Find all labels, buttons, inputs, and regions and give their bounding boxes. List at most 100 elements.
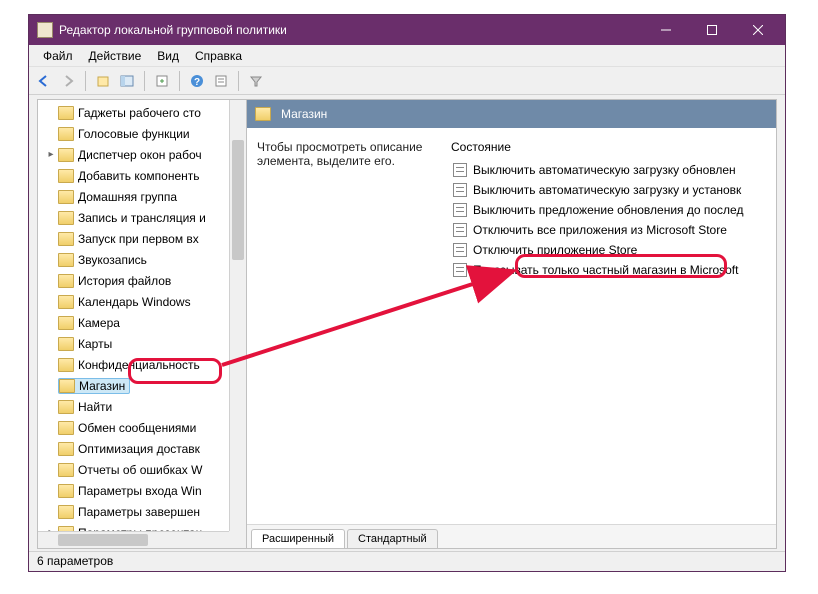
- tree-item[interactable]: Найти: [38, 396, 246, 417]
- setting-item[interactable]: Отключить приложение Store: [451, 240, 776, 260]
- tree-item[interactable]: Параметры завершен: [38, 501, 246, 522]
- setting-label: Отключить приложение Store: [473, 243, 637, 257]
- tree-item[interactable]: Календарь Windows: [38, 291, 246, 312]
- setting-item[interactable]: Выключить автоматическую загрузку обновл…: [451, 160, 776, 180]
- folder-icon: [58, 358, 74, 372]
- tree-item[interactable]: Отчеты об ошибках W: [38, 459, 246, 480]
- tree-item-label: Запись и трансляция и: [78, 211, 206, 225]
- separator: [238, 71, 239, 91]
- tree-item-label: Звукозапись: [78, 253, 147, 267]
- tree-item[interactable]: ▸ Диспетчер окон рабоч: [38, 144, 246, 165]
- tree-body[interactable]: Гаджеты рабочего сто Голосовые функции ▸ Ди…: [38, 100, 246, 548]
- detail-pane: Магазин Чтобы просмотреть описание элеме…: [247, 99, 777, 549]
- filter-button[interactable]: [245, 70, 267, 92]
- folder-icon: [58, 400, 74, 414]
- tree-item[interactable]: Добавить компоненть: [38, 165, 246, 186]
- forward-button[interactable]: [57, 70, 79, 92]
- tree-item[interactable]: Магазин: [38, 375, 246, 396]
- help-button[interactable]: ?: [186, 70, 208, 92]
- vertical-scrollbar[interactable]: [229, 100, 246, 531]
- tree-item-label: Голосовые функции: [78, 127, 190, 141]
- tree-item-label: Параметры завершен: [78, 505, 200, 519]
- column-header-state[interactable]: Состояние: [451, 140, 776, 160]
- statusbar: 6 параметров: [29, 551, 785, 571]
- setting-label: Выключить предложение обновления до посл…: [473, 203, 743, 217]
- tree-item[interactable]: Домашняя группа: [38, 186, 246, 207]
- window-controls: [643, 15, 781, 45]
- setting-label: Выключить автоматическую загрузку обновл…: [473, 163, 736, 177]
- tree-pane: Гаджеты рабочего сто Голосовые функции ▸ Ди…: [37, 99, 247, 549]
- tree-item[interactable]: Конфиденциальность: [38, 354, 246, 375]
- tree-item-label: Добавить компоненть: [78, 169, 200, 183]
- tree-item-label: Диспетчер окон рабоч: [78, 148, 202, 162]
- up-button[interactable]: [92, 70, 114, 92]
- toolbar: ?: [29, 67, 785, 95]
- expand-icon[interactable]: ▸: [44, 149, 58, 160]
- folder-icon: [58, 127, 74, 141]
- scroll-corner: [229, 531, 246, 548]
- tab-standard[interactable]: Стандартный: [347, 529, 438, 548]
- separator: [179, 71, 180, 91]
- properties-button[interactable]: [210, 70, 232, 92]
- setting-item[interactable]: Выключить предложение обновления до посл…: [451, 200, 776, 220]
- tree-item-label: Найти: [78, 400, 112, 414]
- menu-help[interactable]: Справка: [187, 47, 250, 65]
- tree-item[interactable]: Обмен сообщениями: [38, 417, 246, 438]
- description-hint: Чтобы просмотреть описание элемента, выд…: [257, 140, 437, 168]
- detail-title: Магазин: [281, 107, 327, 121]
- folder-icon: [58, 274, 74, 288]
- folder-icon: [58, 106, 74, 120]
- horizontal-scrollbar[interactable]: [38, 531, 229, 548]
- status-text: 6 параметров: [37, 554, 113, 568]
- tree-item[interactable]: Карты: [38, 333, 246, 354]
- tree-item-label: Магазин: [79, 379, 125, 393]
- tree-item-label: Параметры входа Win: [78, 484, 202, 498]
- folder-icon: [58, 421, 74, 435]
- policy-icon: [453, 263, 467, 277]
- menu-file[interactable]: Файл: [35, 47, 81, 65]
- detail-header: Магазин: [247, 100, 776, 128]
- tree-item[interactable]: Оптимизация доставк: [38, 438, 246, 459]
- setting-item[interactable]: Выключить автоматическую загрузку и уста…: [451, 180, 776, 200]
- tree-item[interactable]: Гаджеты рабочего сто: [38, 102, 246, 123]
- tree-item[interactable]: Запуск при первом вх: [38, 228, 246, 249]
- tree-item-label: Отчеты об ошибках W: [78, 463, 202, 477]
- policy-icon: [453, 243, 467, 257]
- setting-item[interactable]: Отключить все приложения из Microsoft St…: [451, 220, 776, 240]
- tree-item-label: Календарь Windows: [78, 295, 191, 309]
- maximize-button[interactable]: [689, 15, 735, 45]
- folder-icon: [58, 232, 74, 246]
- folder-icon: [58, 337, 74, 351]
- minimize-button[interactable]: [643, 15, 689, 45]
- tree-item-label: Карты: [78, 337, 112, 351]
- tree-item[interactable]: Камера: [38, 312, 246, 333]
- export-button[interactable]: [151, 70, 173, 92]
- policy-icon: [453, 163, 467, 177]
- tree-item-label: Запуск при первом вх: [78, 232, 199, 246]
- tree-item-label: Домашняя группа: [78, 190, 177, 204]
- setting-label: Показывать только частный магазин в Micr…: [473, 263, 738, 277]
- show-tree-button[interactable]: [116, 70, 138, 92]
- policy-icon: [453, 223, 467, 237]
- menu-action[interactable]: Действие: [81, 47, 150, 65]
- close-button[interactable]: [735, 15, 781, 45]
- description-panel: Чтобы просмотреть описание элемента, выд…: [247, 128, 447, 524]
- menu-view[interactable]: Вид: [149, 47, 187, 65]
- tree-item[interactable]: Запись и трансляция и: [38, 207, 246, 228]
- setting-item[interactable]: Показывать только частный магазин в Micr…: [451, 260, 776, 280]
- tree-item[interactable]: Параметры входа Win: [38, 480, 246, 501]
- setting-label: Отключить все приложения из Microsoft St…: [473, 223, 727, 237]
- folder-icon: [59, 379, 75, 393]
- folder-icon: [58, 148, 74, 162]
- back-button[interactable]: [33, 70, 55, 92]
- tree-item-label: Оптимизация доставк: [78, 442, 200, 456]
- tree-item[interactable]: История файлов: [38, 270, 246, 291]
- tree-item[interactable]: Голосовые функции: [38, 123, 246, 144]
- separator: [144, 71, 145, 91]
- folder-icon: [58, 316, 74, 330]
- setting-label: Выключить автоматическую загрузку и уста…: [473, 183, 741, 197]
- tree-item-label: История файлов: [78, 274, 171, 288]
- tree-item[interactable]: Звукозапись: [38, 249, 246, 270]
- tab-extended[interactable]: Расширенный: [251, 529, 345, 548]
- folder-icon: [58, 295, 74, 309]
